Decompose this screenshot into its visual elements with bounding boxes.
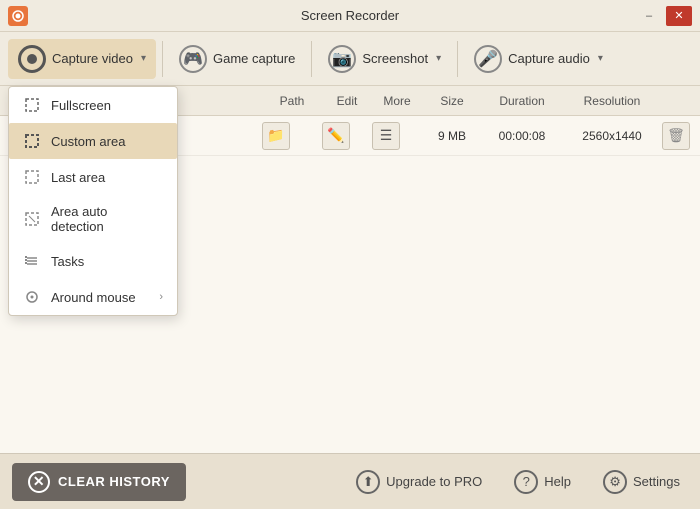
menu-item-around-mouse[interactable]: Around mouse › — [9, 279, 177, 315]
separator-3 — [457, 41, 458, 77]
capture-video-button[interactable]: Capture video ▾ — [8, 39, 156, 79]
tasks-icon — [23, 252, 41, 270]
around-mouse-label: Around mouse — [51, 290, 136, 305]
around-mouse-icon — [23, 288, 41, 306]
custom-area-label: Custom area — [51, 134, 125, 149]
upgrade-button[interactable]: ⬆ Upgrade to PRO — [348, 466, 490, 498]
settings-icon: ⚙ — [603, 470, 627, 494]
th-more: More — [372, 94, 422, 108]
area-auto-label: Area auto detection — [51, 204, 163, 234]
settings-label: Settings — [633, 474, 680, 489]
toolbar: Capture video ▾ 🎮 Game capture 📷 Screens… — [0, 32, 700, 86]
capture-audio-icon: 🎤 — [474, 45, 502, 73]
row-delete-cell: 🗑 — [662, 122, 692, 150]
edit-button[interactable]: ✏️ — [322, 122, 350, 150]
menu-item-area-auto[interactable]: Area auto detection — [9, 195, 177, 243]
row-more-cell: ☰ — [372, 122, 422, 150]
app-icon — [8, 6, 28, 26]
last-area-icon — [23, 168, 41, 186]
screenshot-button[interactable]: 📷 Screenshot ▾ — [318, 39, 451, 79]
settings-button[interactable]: ⚙ Settings — [595, 466, 688, 498]
window-title: Screen Recorder — [301, 8, 399, 23]
screenshot-icon: 📷 — [328, 45, 356, 73]
upgrade-icon: ⬆ — [356, 470, 380, 494]
around-mouse-arrow: › — [159, 291, 163, 303]
separator-1 — [162, 41, 163, 77]
row-edit-cell: ✏️ — [322, 122, 372, 150]
capture-mode-dropdown: Fullscreen Custom area Last area Area au… — [8, 86, 178, 316]
title-controls: – ✕ — [636, 6, 692, 26]
open-path-button[interactable]: 📁 — [262, 122, 290, 150]
capture-audio-label: Capture audio — [508, 51, 590, 66]
separator-2 — [311, 41, 312, 77]
last-area-label: Last area — [51, 170, 105, 185]
help-icon: ? — [514, 470, 538, 494]
row-resolution: 2560x1440 — [562, 129, 662, 143]
help-button[interactable]: ? Help — [506, 466, 579, 498]
fullscreen-label: Fullscreen — [51, 98, 111, 113]
th-path: Path — [262, 94, 322, 108]
more-button[interactable]: ☰ — [372, 122, 400, 150]
capture-video-label: Capture video — [52, 51, 133, 66]
screenshot-label: Screenshot — [362, 51, 428, 66]
screenshot-arrow: ▾ — [436, 53, 441, 64]
menu-item-last-area[interactable]: Last area — [9, 159, 177, 195]
game-capture-label: Game capture — [213, 51, 295, 66]
capture-video-arrow: ▾ — [141, 53, 146, 64]
fullscreen-icon — [23, 96, 41, 114]
upgrade-label: Upgrade to PRO — [386, 474, 482, 489]
capture-audio-arrow: ▾ — [598, 53, 603, 64]
help-label: Help — [544, 474, 571, 489]
game-capture-button[interactable]: 🎮 Game capture — [169, 39, 305, 79]
capture-video-icon — [18, 45, 46, 73]
row-size: 9 MB — [422, 129, 482, 143]
delete-button[interactable]: 🗑 — [662, 122, 690, 150]
clear-history-label: CLEAR HISTORY — [58, 474, 170, 489]
menu-item-custom-area[interactable]: Custom area — [9, 123, 177, 159]
row-path-cell: 📁 — [262, 122, 322, 150]
custom-area-icon — [23, 132, 41, 150]
area-auto-icon — [23, 210, 41, 228]
close-button[interactable]: ✕ — [666, 6, 692, 26]
game-capture-icon: 🎮 — [179, 45, 207, 73]
row-duration: 00:00:08 — [482, 129, 562, 143]
menu-item-tasks[interactable]: Tasks — [9, 243, 177, 279]
title-bar: Screen Recorder – ✕ — [0, 0, 700, 32]
bottom-bar: ✕ CLEAR HISTORY ⬆ Upgrade to PRO ? Help … — [0, 453, 700, 509]
capture-audio-button[interactable]: 🎤 Capture audio ▾ — [464, 39, 613, 79]
th-edit: Edit — [322, 94, 372, 108]
th-size: Size — [422, 94, 482, 108]
menu-item-fullscreen[interactable]: Fullscreen — [9, 87, 177, 123]
th-duration: Duration — [482, 94, 562, 108]
tasks-label: Tasks — [51, 254, 84, 269]
clear-history-button[interactable]: ✕ CLEAR HISTORY — [12, 463, 186, 501]
minimize-button[interactable]: – — [636, 6, 662, 26]
bottom-right-actions: ⬆ Upgrade to PRO ? Help ⚙ Settings — [348, 466, 688, 498]
clear-history-icon: ✕ — [28, 471, 50, 493]
title-bar-left — [8, 6, 28, 26]
th-resolution: Resolution — [562, 94, 662, 108]
